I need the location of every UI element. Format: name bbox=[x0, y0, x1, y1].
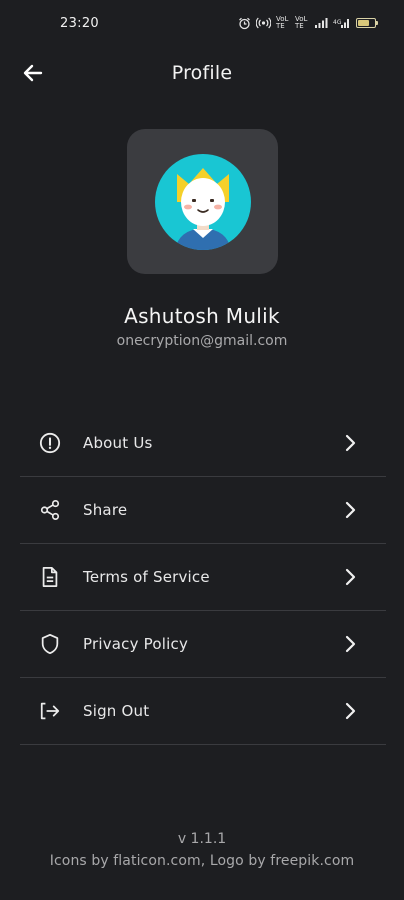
status-time: 23:20 bbox=[60, 15, 99, 31]
page-title: Profile bbox=[171, 62, 233, 84]
back-button[interactable] bbox=[18, 58, 48, 88]
king-avatar bbox=[154, 153, 251, 250]
sign-out-icon bbox=[39, 700, 61, 722]
volte-icon: VoLTE bbox=[295, 15, 308, 30]
chevron-right-icon bbox=[345, 434, 356, 452]
battery-icon bbox=[356, 18, 378, 28]
app-version: v 1.1.1 bbox=[177, 831, 227, 847]
status-icons: VoLTE VoLTE 4G bbox=[238, 15, 378, 30]
menu-item-sign-out[interactable]: Sign Out bbox=[20, 678, 386, 745]
signal-icon bbox=[315, 18, 328, 28]
menu-item-label: Share bbox=[83, 501, 128, 519]
app-bar: Profile bbox=[0, 52, 404, 94]
menu-item-terms-of-service[interactable]: Terms of Service bbox=[20, 544, 386, 611]
profile-name: Ashutosh Mulik bbox=[124, 304, 280, 328]
signal-icon: 4G bbox=[333, 19, 349, 28]
shield-icon bbox=[39, 633, 61, 655]
credits-text: Icons by flaticon.com, Logo by freepik.c… bbox=[49, 853, 355, 869]
chevron-right-icon bbox=[345, 702, 356, 720]
menu-item-share[interactable]: Share bbox=[20, 477, 386, 544]
volte-icon: VoLTE bbox=[276, 15, 289, 30]
chevron-right-icon bbox=[345, 568, 356, 586]
profile-screen: 23:20 VoLTE VoLTE 4G Profile Ashutosh Mu… bbox=[0, 0, 404, 900]
status-bar: 23:20 VoLTE VoLTE 4G bbox=[0, 0, 404, 46]
menu-item-label: Privacy Policy bbox=[83, 635, 189, 653]
arrow-left-icon bbox=[23, 64, 43, 82]
info-circle-icon bbox=[39, 432, 61, 454]
alarm-icon bbox=[239, 17, 250, 29]
menu-item-label: Terms of Service bbox=[83, 568, 210, 586]
avatar-card bbox=[127, 129, 278, 274]
menu-item-about-us[interactable]: About Us bbox=[20, 410, 386, 477]
menu-list: About Us Share Terms of Service Privacy … bbox=[20, 410, 386, 745]
svg-text:4G: 4G bbox=[333, 19, 342, 26]
chevron-right-icon bbox=[345, 635, 356, 653]
menu-item-label: About Us bbox=[83, 434, 153, 452]
hotspot-icon bbox=[256, 17, 271, 29]
menu-item-label: Sign Out bbox=[83, 702, 150, 720]
profile-email: onecryption@gmail.com bbox=[116, 333, 288, 349]
chevron-right-icon bbox=[345, 501, 356, 519]
share-icon bbox=[39, 499, 61, 521]
menu-item-privacy-policy[interactable]: Privacy Policy bbox=[20, 611, 386, 678]
document-icon bbox=[39, 566, 61, 588]
